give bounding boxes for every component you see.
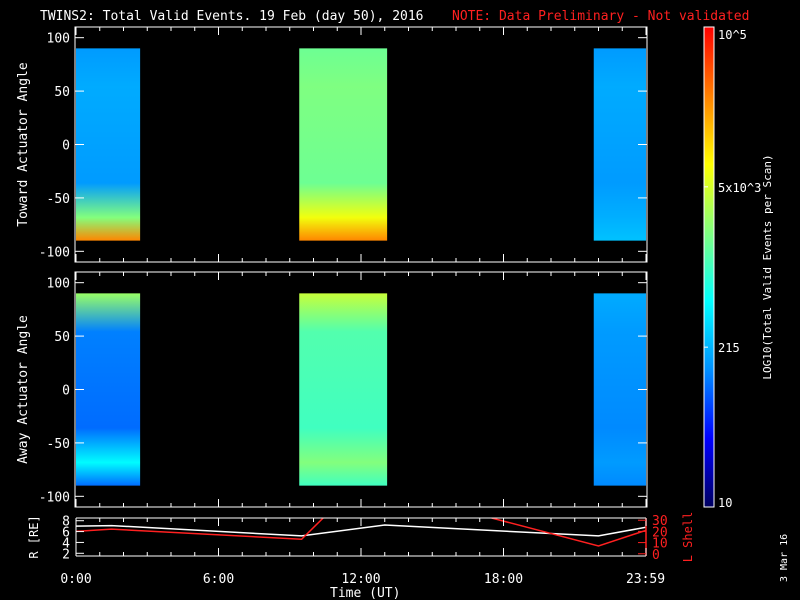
- chart: TWINS2: Total Valid Events. 19 Feb (day …: [16, 9, 790, 600]
- y-axis-label: Toward Actuator Angle: [16, 62, 31, 227]
- panel-2: 100 50 0 -50 -100 Away Actuator Angle: [16, 271, 648, 508]
- data-block: [76, 293, 141, 486]
- y-tick-label: 50: [54, 85, 70, 100]
- y-axis-label: Away Actuator Angle: [16, 315, 31, 464]
- panel-1: 100 50 0 -50 -100 Toward Actuator Angle: [16, 26, 648, 263]
- x-tick-label: 12:00: [341, 572, 380, 587]
- colorbar-tick-label: 10^5: [718, 28, 747, 42]
- y-tick-label: -100: [39, 245, 70, 260]
- data-block: [299, 48, 388, 241]
- y-tick-label: 100: [47, 32, 70, 47]
- data-block: [299, 293, 388, 486]
- y-tick-label: 50: [54, 330, 70, 345]
- x-tick-label: 6:00: [203, 572, 234, 587]
- l-shell-axis-label: L Shell: [681, 512, 695, 563]
- colorbar-tick-label: 10: [718, 496, 732, 510]
- chart-title: TWINS2: Total Valid Events. 19 Feb (day …: [40, 9, 424, 24]
- x-tick-label: 23:59: [626, 572, 665, 587]
- y-tick-label: -50: [47, 192, 70, 207]
- colorbar-tick-label: 215: [718, 341, 740, 355]
- y-tick-label: 0: [62, 139, 70, 154]
- data-block: [76, 48, 141, 241]
- x-tick-label: 18:00: [484, 572, 523, 587]
- colorbar: [703, 26, 715, 508]
- y-tick-label: 100: [47, 277, 70, 292]
- x-tick-label: 0:00: [60, 572, 91, 587]
- y-tick-label: -50: [47, 437, 70, 452]
- r-tick-label: 2: [62, 547, 70, 562]
- y-tick-label: -100: [39, 490, 70, 505]
- colorbar-tick-label: 5x10^3: [718, 181, 761, 195]
- colorbar-label: LOG10(Total Valid Events per Scan): [761, 154, 774, 379]
- l-shell-tick-label: 0: [652, 548, 660, 563]
- preliminary-note: NOTE: Data Preliminary - Not validated: [452, 9, 749, 24]
- r-series-line: [76, 524, 646, 537]
- x-axis-label: Time (UT): [330, 586, 400, 600]
- date-stamp: 3 Mar 16: [779, 534, 790, 582]
- r-axis-label: R [RE]: [27, 515, 41, 558]
- y-tick-label: 0: [62, 384, 70, 399]
